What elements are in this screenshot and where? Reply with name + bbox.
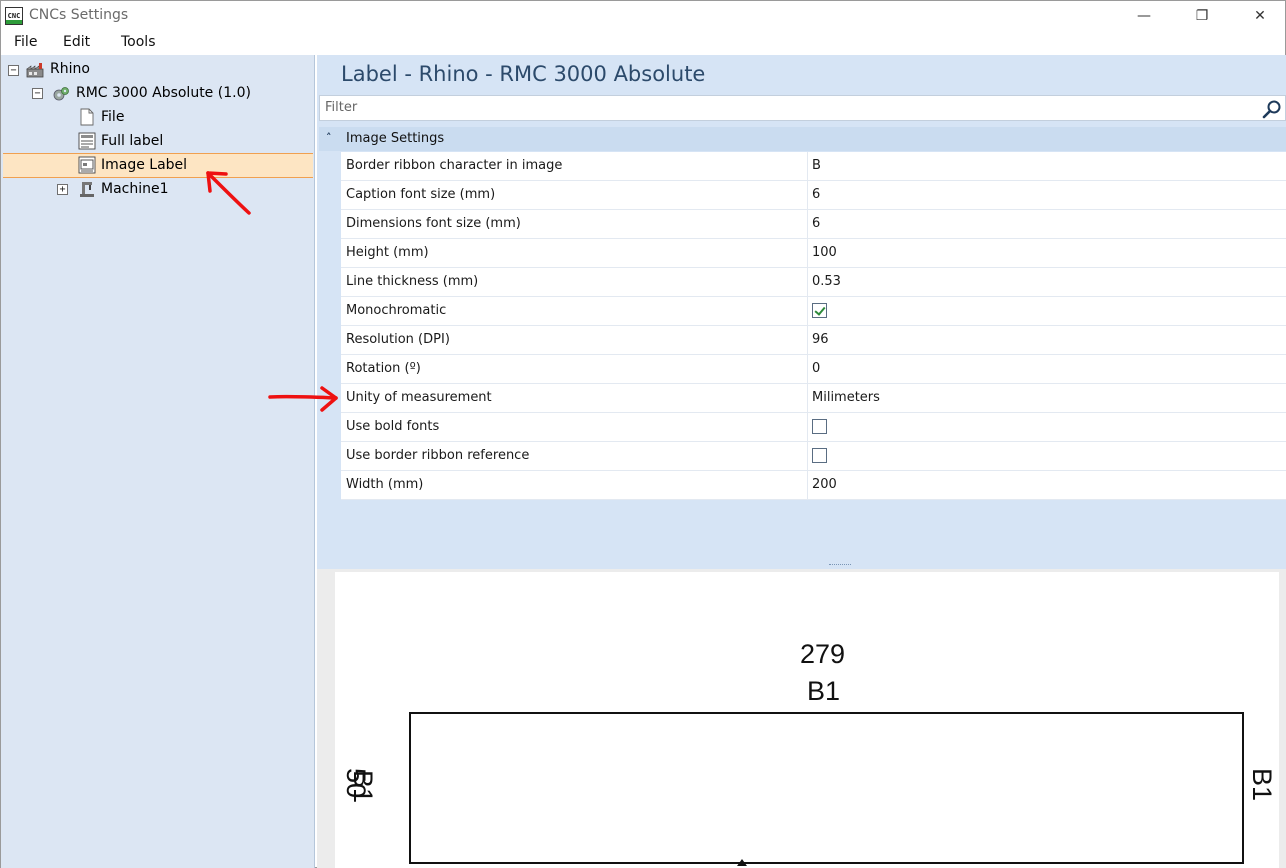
property-row[interactable]: Height (mm) 100 xyxy=(341,239,1286,268)
label-preview: 279 B1 B1 50 B1 xyxy=(335,572,1279,868)
tree-item-full-label[interactable]: Full label xyxy=(101,133,163,149)
tree-item-image-label[interactable]: Image Label xyxy=(101,157,187,173)
property-row[interactable]: Line thickness (mm) 0.53 xyxy=(341,268,1286,297)
property-name: Line thickness (mm) xyxy=(341,268,808,296)
use-bold-fonts-checkbox[interactable] xyxy=(812,419,827,434)
properties-panel: Label - Rhino - RMC 3000 Absolute Filter… xyxy=(317,55,1286,563)
expand-machine1-toggle[interactable]: + xyxy=(57,184,68,195)
property-row[interactable]: Use border ribbon reference xyxy=(341,442,1286,471)
property-name: Rotation (º) xyxy=(341,355,808,383)
property-row[interactable]: Monochromatic xyxy=(341,297,1286,326)
menu-edit[interactable]: Edit xyxy=(63,34,90,50)
restore-icon: ❐ xyxy=(1195,8,1209,24)
maximize-button[interactable]: ❐ xyxy=(1179,1,1225,31)
preview-left-dimension: 50 xyxy=(341,768,371,799)
gears-icon xyxy=(53,87,69,101)
property-value[interactable]: 0.53 xyxy=(808,268,1286,296)
minimize-button[interactable]: — xyxy=(1121,1,1167,31)
minimize-icon: — xyxy=(1137,8,1151,24)
tree-item-machine1[interactable]: Machine1 xyxy=(101,181,169,197)
preview-top-dimension: 279 xyxy=(800,639,846,669)
splitter-grip-icon[interactable] xyxy=(829,564,851,568)
property-value-cell xyxy=(808,413,1286,441)
property-value-cell xyxy=(808,442,1286,470)
filter-box[interactable]: Filter xyxy=(319,95,1286,121)
property-row[interactable]: Width (mm) 200 xyxy=(341,471,1286,500)
property-row[interactable]: Border ribbon character in image B xyxy=(341,152,1286,181)
property-name: Use bold fonts xyxy=(341,413,808,441)
property-row[interactable]: Unity of measurement Milimeters xyxy=(341,384,1286,413)
collapse-rhino-toggle[interactable]: − xyxy=(8,65,19,76)
category-label: Image Settings xyxy=(346,131,445,146)
machine-icon xyxy=(80,182,94,197)
property-value[interactable]: 0 xyxy=(808,355,1286,383)
preview-top-ribbon: B1 xyxy=(807,676,841,706)
filter-input[interactable]: Filter xyxy=(325,100,357,115)
file-icon xyxy=(80,108,94,126)
page-title: Label - Rhino - RMC 3000 Absolute xyxy=(341,62,706,86)
menu-tools[interactable]: Tools xyxy=(121,34,156,50)
property-name: Height (mm) xyxy=(341,239,808,267)
property-row[interactable]: Caption font size (mm) 6 xyxy=(341,181,1286,210)
property-value[interactable]: 100 xyxy=(808,239,1286,267)
label-piece-outline xyxy=(409,712,1244,864)
property-row[interactable]: Dimensions font size (mm) 6 xyxy=(341,210,1286,239)
property-row[interactable]: Use bold fonts xyxy=(341,413,1286,442)
property-value[interactable]: B xyxy=(808,152,1286,180)
close-icon: ✕ xyxy=(1254,8,1266,24)
preview-right-ribbon: B1 xyxy=(1247,768,1277,802)
property-value[interactable]: Milimeters xyxy=(808,384,1286,412)
collapse-machine-toggle[interactable]: − xyxy=(32,88,43,99)
tree-item-rhino[interactable]: Rhino xyxy=(50,61,90,77)
title-bar: CNC CNCs Settings — ❐ ✕ xyxy=(1,1,1285,31)
app-icon: CNC xyxy=(5,7,23,25)
app-window: CNC CNCs Settings — ❐ ✕ File Edit Tools … xyxy=(0,0,1286,868)
tree-item-file[interactable]: File xyxy=(101,109,124,125)
property-value-cell xyxy=(808,297,1286,325)
image-label-icon xyxy=(78,156,96,174)
window-title: CNCs Settings xyxy=(29,7,129,23)
menu-file[interactable]: File xyxy=(14,34,37,50)
property-name: Monochromatic xyxy=(341,297,808,325)
property-name: Unity of measurement xyxy=(341,384,808,412)
search-icon[interactable] xyxy=(1262,99,1282,119)
property-value[interactable]: 6 xyxy=(808,210,1286,238)
property-value[interactable]: 96 xyxy=(808,326,1286,354)
property-row[interactable]: Rotation (º) 0 xyxy=(341,355,1286,384)
property-row[interactable]: Resolution (DPI) 96 xyxy=(341,326,1286,355)
chevron-up-icon[interactable]: ˄ xyxy=(326,131,332,144)
property-name: Use border ribbon reference xyxy=(341,442,808,470)
property-name: Width (mm) xyxy=(341,471,808,499)
property-name: Dimensions font size (mm) xyxy=(341,210,808,238)
property-value[interactable]: 200 xyxy=(808,471,1286,499)
property-name: Border ribbon character in image xyxy=(341,152,808,180)
property-name: Caption font size (mm) xyxy=(341,181,808,209)
use-border-ribbon-reference-checkbox[interactable] xyxy=(812,448,827,463)
label-preview-area: 279 B1 B1 50 B1 xyxy=(317,569,1286,868)
tree-item-rmc-3000[interactable]: RMC 3000 Absolute (1.0) xyxy=(76,85,251,101)
monochromatic-checkbox[interactable] xyxy=(812,303,827,318)
property-name: Resolution (DPI) xyxy=(341,326,808,354)
full-label-icon xyxy=(78,132,96,150)
category-image-settings[interactable]: ˄ Image Settings xyxy=(319,127,1286,151)
property-grid: Border ribbon character in image B Capti… xyxy=(341,152,1286,500)
property-value[interactable]: 6 xyxy=(808,181,1286,209)
settings-tree: − Rhino − RMC 3000 Absolute (1.0) File F… xyxy=(1,55,315,868)
marker-triangle-icon xyxy=(737,859,747,866)
close-button[interactable]: ✕ xyxy=(1237,1,1283,31)
menu-bar: File Edit Tools xyxy=(1,31,1285,55)
factory-icon xyxy=(26,63,44,78)
